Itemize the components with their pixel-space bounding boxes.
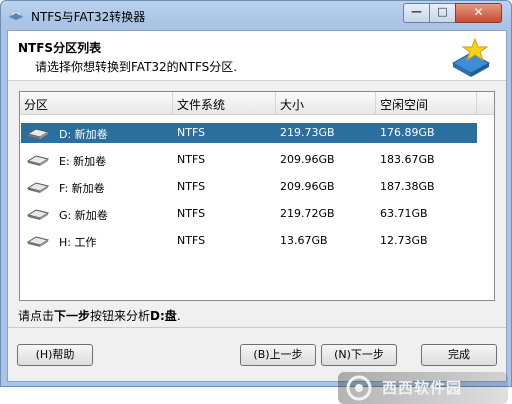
file-system: NTFS [177,234,206,247]
list-header: 分区 文件系统 大小 空闲空间 [20,92,494,115]
status-middle: 按钮来分析 [90,309,151,323]
status-suffix: . [176,309,181,323]
partition-size: 209.96GB [280,153,335,166]
partition-name: H: 工作 [59,236,97,249]
partition-name: F: 新加卷 [59,182,105,195]
back-button[interactable]: (B)上一步 [240,344,316,366]
maximize-button[interactable]: □ [429,3,456,23]
status-prefix: 请点击 [18,309,55,323]
minimize-icon: — [411,5,422,18]
free-space: 63.71GB [380,207,428,220]
partition-name: E: 新加卷 [59,155,107,168]
window-title: NTFS与FAT32转换器 [31,10,146,24]
column-divider [275,92,276,114]
column-divider [172,92,173,114]
close-button[interactable]: ✕ [455,3,502,23]
file-system: NTFS [177,126,206,139]
help-button[interactable]: (H)帮助 [17,344,93,366]
partition-size: 219.72GB [280,207,335,220]
dialog-body: NTFS分区列表 请选择你想转换到FAT32的NTFS分区. 分区 文件系统 大… [7,30,508,404]
column-free-space[interactable]: 空闲空间 [380,96,428,113]
drive-icon [26,236,50,247]
drive-star-icon [451,37,491,77]
drive-icon [26,182,50,193]
column-divider [375,92,376,114]
partition-size: 209.96GB [280,180,335,193]
table-row[interactable]: H: 工作 NTFS 13.67GB 12.73GB [21,231,477,251]
partition-name: D: 新加卷 [59,128,108,141]
app-icon [9,11,23,20]
file-system: NTFS [177,153,206,166]
free-space: 183.67GB [380,153,435,166]
partition-list[interactable]: 分区 文件系统 大小 空闲空间 D: 新加卷 NTFS 219.73GB 176… [19,91,495,301]
status-next-label: 下一步 [54,309,91,323]
file-system: NTFS [177,207,206,220]
finish-button[interactable]: 完成 [421,344,497,366]
watermark-text: 西西软件园 [382,379,463,397]
free-space: 176.89GB [380,126,435,139]
wizard-header: NTFS分区列表 请选择你想转换到FAT32的NTFS分区. [8,31,506,81]
table-row[interactable]: D: 新加卷 NTFS 219.73GB 176.89GB [21,123,477,143]
drive-icon [26,128,50,139]
free-space: 187.38GB [380,180,435,193]
next-button[interactable]: (N)下一步 [321,344,397,366]
divider [8,327,506,328]
file-system: NTFS [177,180,206,193]
column-divider [476,92,477,114]
drive-icon [26,209,50,220]
minimize-button[interactable]: — [403,3,430,23]
free-space: 12.73GB [380,234,428,247]
partition-name: G: 新加卷 [59,209,108,222]
table-row[interactable]: F: 新加卷 NTFS 209.96GB 187.38GB [21,177,477,197]
drive-icon [26,155,50,166]
watermark-icon [346,375,372,401]
column-size[interactable]: 大小 [280,96,304,113]
partition-size: 13.67GB [280,234,328,247]
status-text: 请点击下一步按钮来分析D:盘. [18,307,181,324]
column-partition[interactable]: 分区 [24,96,48,113]
partition-size: 219.73GB [280,126,335,139]
maximize-icon: □ [437,5,448,18]
page-title: NTFS分区列表 [18,41,102,55]
status-drive-label: D:盘 [150,309,177,323]
page-subtitle: 请选择你想转换到FAT32的NTFS分区. [35,60,238,74]
close-icon: ✕ [473,5,484,19]
column-filesystem[interactable]: 文件系统 [177,96,225,113]
app-window: NTFS与FAT32转换器 — □ ✕ NTFS分区列表 请选择你想转换到FAT… [0,0,512,404]
watermark-logo: 西西软件园 [338,372,508,404]
title-bar[interactable]: NTFS与FAT32转换器 — □ ✕ [1,1,511,29]
table-row[interactable]: E: 新加卷 NTFS 209.96GB 183.67GB [21,150,477,170]
table-row[interactable]: G: 新加卷 NTFS 219.72GB 63.71GB [21,204,477,224]
